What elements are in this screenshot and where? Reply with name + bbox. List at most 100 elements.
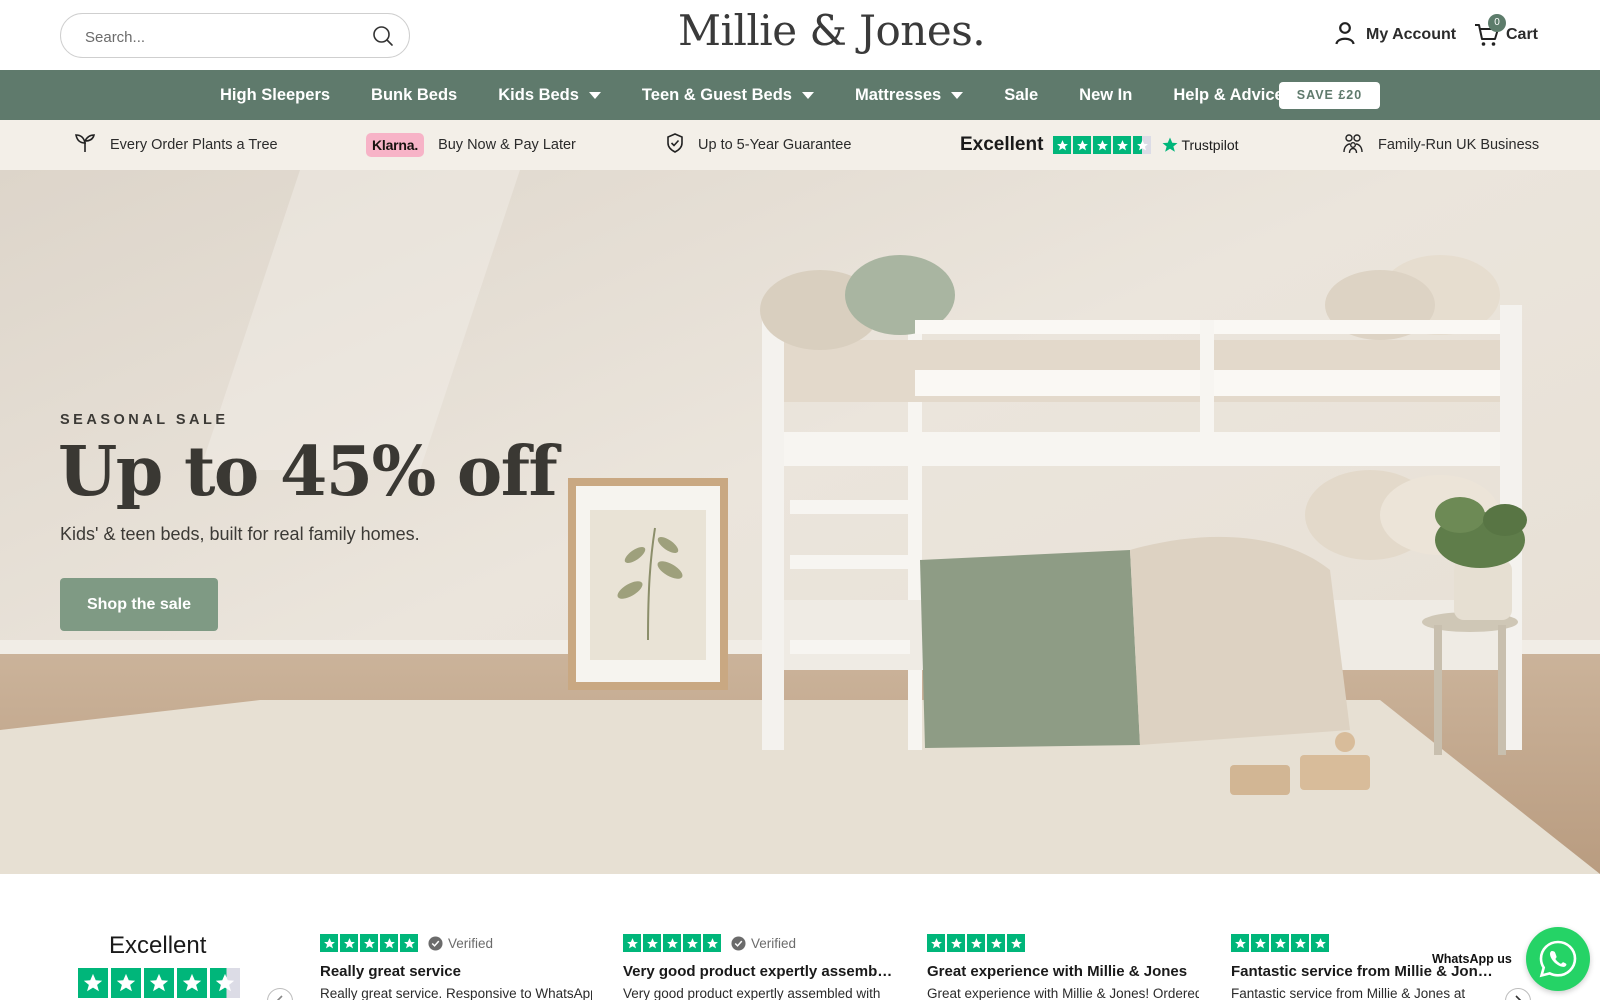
star-icon <box>380 934 398 952</box>
review-title: Very good product expertly assemble... <box>623 963 895 980</box>
caret-down-icon <box>588 91 601 99</box>
nav-item-label: Kids Beds <box>498 85 579 104</box>
trustpilot-rating-text: Excellent <box>960 134 1044 155</box>
cart-count-badge: 0 <box>1488 14 1506 32</box>
my-account-link[interactable]: My Account <box>1334 20 1456 50</box>
review-card[interactable]: Great experience with Millie & Jones Gre… <box>927 933 1199 1000</box>
nav-item-new-in[interactable]: New In <box>1079 86 1132 105</box>
chevron-left-icon <box>276 995 283 1000</box>
reviews-prev-button[interactable] <box>267 988 293 1000</box>
star-icon <box>78 968 108 998</box>
star-icon <box>1311 934 1329 952</box>
review-body: Fantastic service from Millie & Jones at <box>1231 986 1466 1000</box>
review-card[interactable]: Verified Very good product expertly asse… <box>623 933 895 1000</box>
usp-klarna: Klarna. Buy Now & Pay Later <box>366 120 576 170</box>
search-box[interactable] <box>60 13 410 58</box>
star-icon <box>1231 934 1249 952</box>
star-icon <box>987 934 1005 952</box>
review-body: Very good product expertly assembled wit… <box>623 986 881 1000</box>
trustpilot-star-icon <box>1162 137 1178 152</box>
star-icon <box>663 934 681 952</box>
star-icon <box>927 934 945 952</box>
usp-tree-text: Every Order Plants a Tree <box>110 137 278 153</box>
nav-item-label: Teen & Guest Beds <box>641 85 792 104</box>
review-title: Really great service <box>320 963 461 980</box>
search-input[interactable] <box>85 26 365 48</box>
nav-item-label: Bunk Beds <box>371 85 458 104</box>
review-stars <box>1231 933 1493 953</box>
verified-badge: Verified <box>428 936 493 951</box>
caret-down-icon <box>951 91 964 99</box>
star-icon <box>1113 136 1132 154</box>
usp-klarna-text: Buy Now & Pay Later <box>438 137 576 153</box>
shop-the-sale-button[interactable]: Shop the sale <box>60 578 218 631</box>
usp-guarantee-text: Up to 5-Year Guarantee <box>698 137 852 153</box>
trustpilot-widget[interactable]: Excellent Trustpilot <box>960 120 1239 170</box>
reviews-next-button[interactable] <box>1505 988 1531 1000</box>
star-icon <box>1291 934 1309 952</box>
half-star-icon <box>1133 136 1152 154</box>
whatsapp-icon <box>1539 940 1577 978</box>
verified-label: Verified <box>448 935 494 951</box>
review-card[interactable]: Fantastic service from Millie & Jones...… <box>1231 933 1493 1000</box>
nav-item-bunk-beds[interactable]: Bunk Beds <box>371 86 457 105</box>
reviews-summary-stars <box>78 968 240 998</box>
star-icon <box>1093 136 1112 154</box>
cart-link[interactable]: 0 Cart <box>1474 14 1539 50</box>
hero-title: Up to 45% off <box>58 432 558 512</box>
search-icon[interactable] <box>371 24 395 48</box>
nav-item-mattresses[interactable]: Mattresses <box>855 86 964 105</box>
star-icon <box>643 934 661 952</box>
chevron-right-icon <box>1515 995 1522 1000</box>
review-stars <box>927 933 1199 953</box>
nav-item-label: High Sleepers <box>220 85 331 104</box>
my-account-label: My Account <box>1366 26 1457 43</box>
star-icon <box>1053 136 1072 154</box>
star-icon <box>144 968 174 998</box>
save-20-button[interactable]: SAVE £20 <box>1279 82 1380 109</box>
site-logo[interactable]: Millie & Jones. <box>678 6 986 62</box>
review-body: Really great service. Responsive to What… <box>320 986 592 1000</box>
usp-family-run: Family-Run UK Business <box>1342 120 1539 170</box>
review-card[interactable]: Verified Really great service Really gre… <box>320 933 592 1000</box>
nav-item-sale[interactable]: Sale <box>1004 86 1038 105</box>
star-icon <box>1007 934 1025 952</box>
star-icon <box>1271 934 1289 952</box>
nav-item-label: New In <box>1079 85 1133 104</box>
family-icon <box>1342 132 1364 158</box>
star-icon <box>947 934 965 952</box>
nav-item-label: Sale <box>1004 85 1039 104</box>
klarna-logo: Klarna. <box>366 133 425 157</box>
user-icon <box>1334 21 1356 50</box>
star-icon <box>177 968 207 998</box>
review-stars: Verified <box>320 933 592 953</box>
star-icon <box>967 934 985 952</box>
review-body: Great experience with Millie & Jones! Or… <box>927 986 1199 1000</box>
cart-label: Cart <box>1506 26 1539 43</box>
verified-label: Verified <box>751 935 797 951</box>
check-circle-icon <box>731 935 746 951</box>
star-icon <box>111 968 141 998</box>
usp-bar: Every Order Plants a Tree Klarna. Buy No… <box>0 120 1600 170</box>
trustpilot-logo: Trustpilot <box>1161 136 1239 154</box>
nav-item-high-sleepers[interactable]: High Sleepers <box>220 86 330 105</box>
star-icon <box>683 934 701 952</box>
star-icon <box>1073 136 1092 154</box>
check-circle-icon <box>428 935 443 951</box>
site-header: Millie & Jones. My Account 0 Cart <box>0 0 1600 70</box>
nav-items: High Sleepers Bunk Beds Kids Beds Teen &… <box>200 70 1347 120</box>
star-icon <box>623 934 641 952</box>
trustpilot-brand-text: Trustpilot <box>1181 137 1239 153</box>
shield-check-icon <box>666 133 684 157</box>
nav-item-kids-beds[interactable]: Kids Beds <box>498 86 601 105</box>
caret-down-icon <box>802 91 814 99</box>
whatsapp-button[interactable] <box>1526 927 1590 991</box>
half-star-icon <box>210 968 240 998</box>
nav-item-teen-guest-beds[interactable]: Teen & Guest Beds <box>642 86 814 105</box>
nav-item-label: Help & Advice <box>1173 85 1284 104</box>
verified-badge: Verified <box>731 936 796 951</box>
star-icon <box>340 934 358 952</box>
star-icon <box>360 934 378 952</box>
whatsapp-label: WhatsApp us <box>1432 952 1512 966</box>
usp-family-text: Family-Run UK Business <box>1378 137 1540 153</box>
